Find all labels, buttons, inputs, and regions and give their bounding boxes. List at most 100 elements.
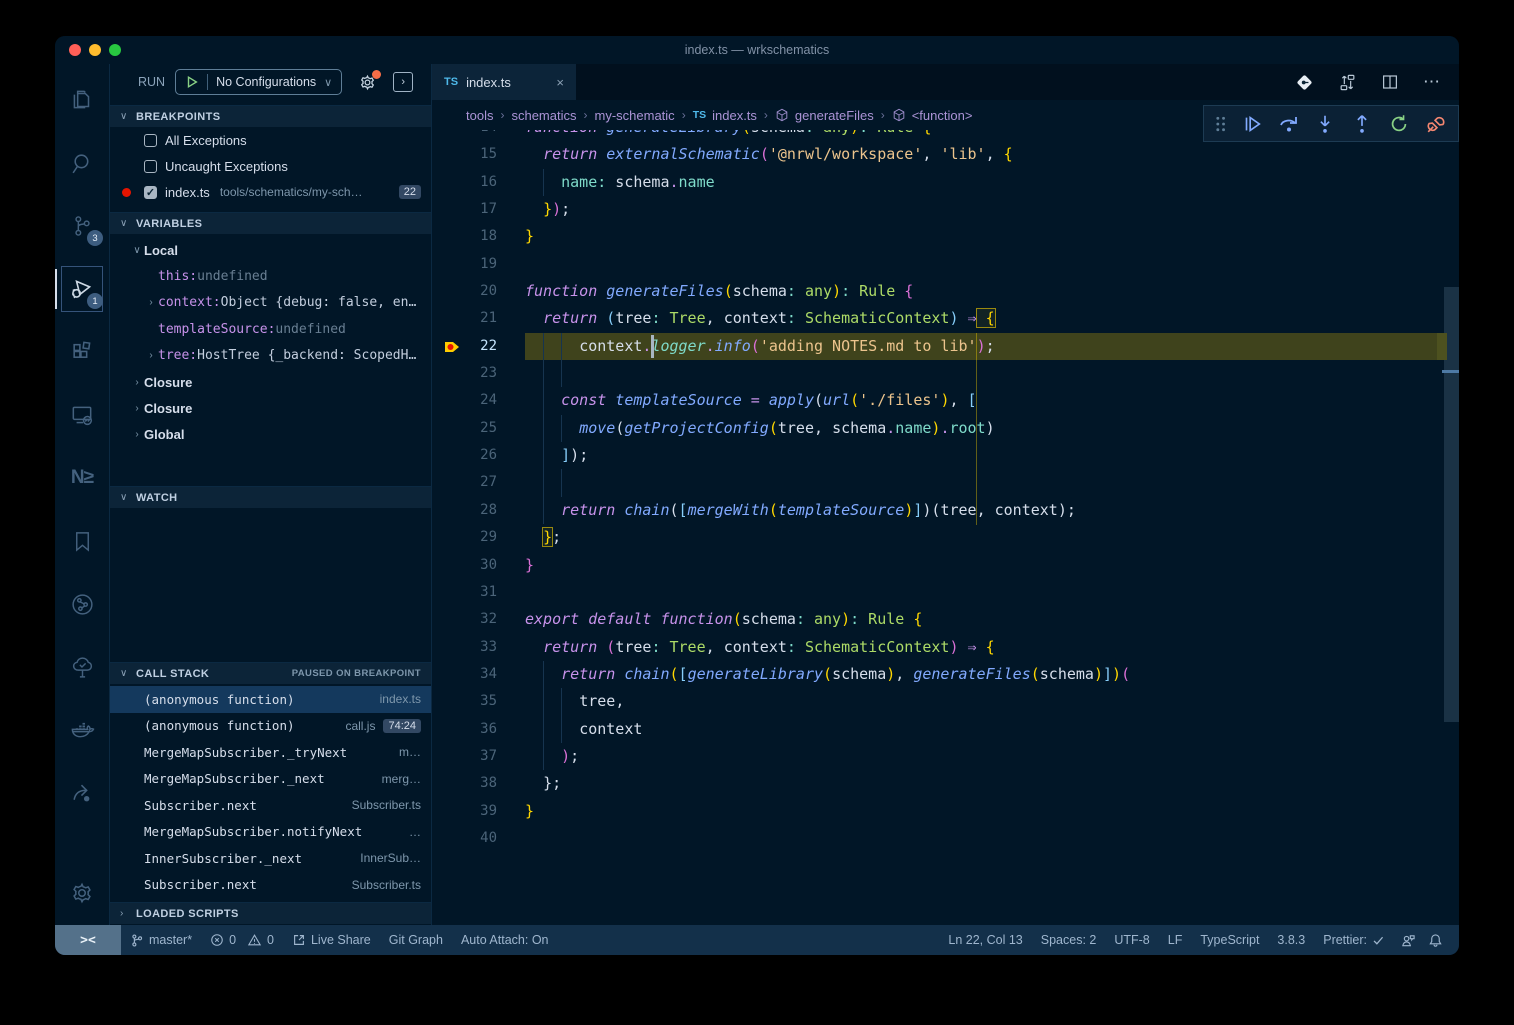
- line-number[interactable]: 18: [432, 223, 525, 250]
- line-number[interactable]: 25: [432, 415, 525, 442]
- code-line[interactable]: 39}: [432, 798, 1442, 825]
- line-number[interactable]: 36: [432, 716, 525, 743]
- line-number[interactable]: 17: [432, 196, 525, 223]
- compare-changes-icon[interactable]: [1338, 73, 1357, 92]
- code-line[interactable]: 30}: [432, 552, 1442, 579]
- line-number[interactable]: 23: [432, 360, 525, 387]
- sidebar-item-bookmarks[interactable]: [58, 515, 106, 567]
- auto-attach-item[interactable]: Auto Attach: On: [452, 925, 558, 955]
- manage-settings-button[interactable]: [58, 867, 106, 919]
- line-number[interactable]: 37: [432, 743, 525, 770]
- line-number[interactable]: 15: [432, 141, 525, 168]
- line-number[interactable]: 38: [432, 770, 525, 797]
- breakpoints-header[interactable]: ∨ BREAKPOINTS: [110, 105, 431, 127]
- code-line[interactable]: 23: [432, 360, 1442, 387]
- sidebar-item-remote-explorer[interactable]: [58, 389, 106, 441]
- sidebar-item-search[interactable]: [58, 137, 106, 189]
- breadcrumb-item[interactable]: TSindex.ts: [693, 108, 757, 123]
- git-graph-item[interactable]: Git Graph: [380, 925, 452, 955]
- sidebar-item-todo-tree[interactable]: [58, 641, 106, 693]
- code-line[interactable]: 27: [432, 469, 1442, 496]
- remote-indicator[interactable]: ><: [55, 925, 121, 955]
- code-line[interactable]: 19: [432, 251, 1442, 278]
- breadcrumb-item[interactable]: schematics: [511, 108, 576, 123]
- line-number[interactable]: 32: [432, 606, 525, 633]
- line-number[interactable]: 28: [432, 497, 525, 524]
- variable-row[interactable]: ›tree: HostTree {_backend: ScopedH…: [110, 343, 431, 369]
- call-stack-frame[interactable]: MergeMapSubscriber.notifyNext…: [110, 819, 431, 846]
- sidebar-item-docker[interactable]: [58, 704, 106, 756]
- breakpoint-checkbox[interactable]: [144, 134, 157, 147]
- variable-row[interactable]: templateSource: undefined: [110, 316, 431, 342]
- code-line[interactable]: 35 tree,: [432, 688, 1442, 715]
- restart-button[interactable]: [1386, 111, 1411, 137]
- call-stack-header[interactable]: ∨ CALL STACK PAUSED ON BREAKPOINT: [110, 662, 431, 684]
- code-line[interactable]: 29 };: [432, 524, 1442, 551]
- line-number[interactable]: 34: [432, 661, 525, 688]
- call-stack-frame[interactable]: Subscriber.nextSubscriber.ts: [110, 792, 431, 819]
- code-line[interactable]: 31: [432, 579, 1442, 606]
- disconnect-button[interactable]: [1423, 111, 1448, 137]
- sidebar-item-nx-console[interactable]: N≥: [58, 452, 106, 504]
- step-over-button[interactable]: [1276, 111, 1301, 137]
- line-number[interactable]: 40: [432, 825, 525, 852]
- sidebar-item-git-graph[interactable]: [58, 578, 106, 630]
- code-line[interactable]: 26 ]);: [432, 442, 1442, 469]
- close-tab-icon[interactable]: ×: [556, 75, 564, 90]
- call-stack-frame[interactable]: (anonymous function)index.ts: [110, 686, 431, 713]
- sidebar-item-run-debug[interactable]: 1: [58, 263, 106, 315]
- ts-version-item[interactable]: 3.8.3: [1268, 925, 1314, 955]
- variable-row[interactable]: ›Global: [110, 422, 431, 448]
- code-line[interactable]: 20function generateFiles(schema: any): R…: [432, 278, 1442, 305]
- variable-row[interactable]: ›Closure: [110, 369, 431, 395]
- line-number[interactable]: 14: [432, 130, 525, 141]
- line-number[interactable]: 30: [432, 552, 525, 579]
- notifications-item[interactable]: [1422, 925, 1449, 955]
- sidebar-item-share[interactable]: [58, 767, 106, 819]
- git-branch-item[interactable]: master*: [121, 925, 201, 955]
- call-stack-frame[interactable]: (anonymous function)call.js74:24: [110, 713, 431, 740]
- line-number[interactable]: 19: [432, 251, 525, 278]
- call-stack-frame[interactable]: MergeMapSubscriber._tryNextm…: [110, 739, 431, 766]
- code-line[interactable]: 15 return externalSchematic('@nrwl/works…: [432, 141, 1442, 168]
- eol-item[interactable]: LF: [1159, 925, 1192, 955]
- line-number[interactable]: 27: [432, 469, 525, 496]
- breakpoint-row[interactable]: All Exceptions: [110, 127, 431, 153]
- call-stack-frame[interactable]: InnerSubscriber._nextInnerSub…: [110, 845, 431, 872]
- line-number[interactable]: 24: [432, 387, 525, 414]
- code-line[interactable]: 37 );: [432, 743, 1442, 770]
- call-stack-frame[interactable]: MergeMapSubscriber._nextmerg…: [110, 766, 431, 793]
- line-number[interactable]: 20: [432, 278, 525, 305]
- more-actions-icon[interactable]: ⋯: [1423, 72, 1441, 92]
- sidebar-item-source-control[interactable]: 3: [58, 200, 106, 252]
- line-number[interactable]: 21: [432, 305, 525, 332]
- encoding-item[interactable]: UTF-8: [1105, 925, 1158, 955]
- variables-header[interactable]: ∨ VARIABLES: [110, 212, 431, 234]
- line-number[interactable]: 26: [432, 442, 525, 469]
- sidebar-item-explorer[interactable]: [58, 74, 106, 126]
- code-line[interactable]: 24 const templateSource = apply(url('./f…: [432, 387, 1442, 414]
- variable-row[interactable]: ›Closure: [110, 395, 431, 421]
- variable-row[interactable]: ∨Local: [110, 237, 431, 263]
- line-number[interactable]: 29: [432, 524, 525, 551]
- watch-header[interactable]: ∨ WATCH: [110, 486, 431, 508]
- breakpoint-row[interactable]: Uncaught Exceptions: [110, 153, 431, 179]
- launch-config-select[interactable]: No Configurations ∨: [175, 69, 342, 95]
- code-line[interactable]: 21 return (tree: Tree, context: Schemati…: [432, 305, 1442, 332]
- code-line[interactable]: 22 context.logger.info('adding NOTES.md …: [432, 333, 1442, 360]
- code-line[interactable]: 36 context: [432, 716, 1442, 743]
- line-number[interactable]: 39: [432, 798, 525, 825]
- breadcrumb-item[interactable]: generateFiles: [775, 108, 874, 123]
- call-stack-frame[interactable]: Subscriber.nextSubscriber.ts: [110, 872, 431, 899]
- code-line[interactable]: 32export default function(schema: any): …: [432, 606, 1442, 633]
- code-line[interactable]: 38 };: [432, 770, 1442, 797]
- feedback-item[interactable]: [1394, 925, 1422, 955]
- step-out-button[interactable]: [1350, 111, 1375, 137]
- code-line[interactable]: 25 move(getProjectConfig(tree, schema.na…: [432, 415, 1442, 442]
- code-line[interactable]: 40: [432, 825, 1442, 852]
- continue-button[interactable]: [1239, 111, 1264, 137]
- code-line[interactable]: 17 });: [432, 196, 1442, 223]
- code-editor[interactable]: 14function generateLibrary(schema: any):…: [432, 130, 1459, 925]
- debug-settings-button[interactable]: [358, 73, 377, 92]
- loaded-scripts-header[interactable]: › LOADED SCRIPTS: [110, 902, 431, 924]
